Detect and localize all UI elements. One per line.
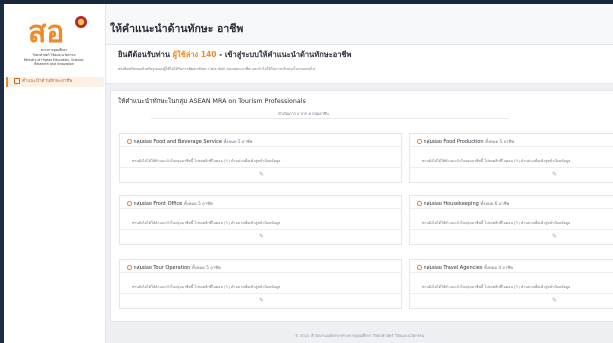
group-card-header: กลุ่มย่อย Front Office ทั้งหมด 5 อาชีพ bbox=[127, 200, 213, 208]
divider bbox=[410, 229, 613, 230]
group-name: Food Production bbox=[443, 139, 484, 145]
top-bar: ให้คำแนะนำด้านทักษะ อาชีพ bbox=[106, 4, 613, 45]
group-name: Front Office bbox=[153, 201, 183, 207]
logo-line-2: วิทยาศาสตร์ วิจัยและนวัตกรรม bbox=[32, 53, 76, 57]
group-card-header: กลุ่มย่อย Travel Agencies ทั้งหมด 4 อาชี… bbox=[417, 264, 513, 272]
group-count: ทั้งหมด 5 อาชีพ bbox=[485, 139, 514, 144]
group-card: กลุ่มย่อย Front Office ทั้งหมด 5 อาชีพ ท… bbox=[119, 195, 402, 245]
logo-mark-icon: สอ bbox=[28, 15, 87, 46]
group-count: ทั้งหมด 4 อาชีพ bbox=[484, 265, 513, 270]
skill-groups-panel: ให้คำแนะนำทักษะในกลุ่ม ASEAN MRA on Tour… bbox=[110, 90, 613, 322]
panel-title: ให้คำแนะนำทักษะในกลุ่ม ASEAN MRA on Tour… bbox=[118, 98, 306, 105]
divider bbox=[120, 146, 401, 147]
logo-line-1: ทรวงการอุดมศึกษา bbox=[40, 48, 68, 52]
group-card-header: กลุ่มย่อย Food and Beverage Service ทั้ง… bbox=[127, 138, 252, 146]
info-circle-icon bbox=[127, 139, 132, 144]
progress-count: ดำเนินการ 0 จาก 6 กลุ่มอาชีพ bbox=[278, 111, 329, 116]
group-prefix: กลุ่มย่อย bbox=[133, 265, 152, 271]
group-card: กลุ่มย่อย Tour Operation ทั้งหมด 5 อาชีพ… bbox=[119, 259, 402, 309]
group-card-note: ท่านยังไม่ได้ให้คำแนะนำในกลุ่มอาชีพนี้ โ… bbox=[132, 159, 281, 163]
logo-line-3: Ministry of Higher Education, Science, R… bbox=[23, 58, 85, 66]
info-circle-icon bbox=[417, 201, 422, 206]
group-card-header: กลุ่มย่อย Food Production ทั้งหมด 5 อาชี… bbox=[417, 138, 514, 146]
divider bbox=[410, 272, 613, 273]
pencil-icon[interactable]: ✎ bbox=[552, 171, 557, 178]
group-card-header: กลุ่มย่อย Housekeeping ทั้งหมด 6 อาชีพ bbox=[417, 200, 509, 208]
divider bbox=[120, 167, 401, 168]
welcome-user: ผู้ใช้ล่าง 140 bbox=[172, 50, 217, 59]
group-count: ทั้งหมด 5 อาชีพ bbox=[223, 139, 253, 144]
welcome-description: ทรงคิดสรัปทองสำหรับรูปแบบผู้ใช้ไม่ได้รับ… bbox=[118, 67, 315, 71]
welcome-suffix: - เข้าสู่ระบบให้คำแนะนำด้านทักษะอาชีพ bbox=[219, 50, 352, 59]
divider bbox=[410, 167, 613, 168]
info-circle-icon bbox=[127, 201, 132, 206]
group-prefix: กลุ่มย่อย bbox=[133, 139, 152, 145]
group-card-note: ท่านยังไม่ได้ให้คำแนะนำในกลุ่มอาชีพนี้ โ… bbox=[132, 221, 281, 225]
group-card-note: ท่านยังไม่ได้ให้คำแนะนำในกลุ่มอาชีพนี้ โ… bbox=[422, 285, 571, 289]
group-card-note: ท่านยังไม่ได้ให้คำแนะนำในกลุ่มอาชีพนี้ โ… bbox=[422, 221, 571, 225]
group-name: Housekeeping bbox=[443, 201, 479, 207]
divider bbox=[410, 146, 613, 147]
sidebar-item-label: คำแนะนำด้านทักษะอาชีพ bbox=[22, 79, 73, 84]
divider bbox=[151, 118, 509, 119]
info-circle-icon bbox=[417, 139, 422, 144]
sidebar-item-career-advice[interactable]: คำแนะนำด้านทักษะอาชีพ bbox=[6, 77, 104, 87]
group-card-note: ท่านยังไม่ได้ให้คำแนะนำในกลุ่มอาชีพนี้ โ… bbox=[422, 159, 571, 163]
welcome-title: ยินดีต้อนรับท่าน ผู้ใช้ล่าง 140 - เข้าสู… bbox=[118, 49, 351, 61]
pencil-icon[interactable]: ✎ bbox=[552, 297, 557, 304]
group-name: Tour Operation bbox=[153, 265, 191, 271]
group-prefix: กลุ่มย่อย bbox=[423, 201, 442, 207]
logo-mark-text: สอ bbox=[28, 15, 64, 46]
sidebar: สอ ทรวงการอุดมศึกษา วิทยาศาสตร์ วิจัยและ… bbox=[4, 4, 106, 343]
pencil-icon[interactable]: ✎ bbox=[259, 233, 264, 240]
group-card: กลุ่มย่อย Travel Agencies ทั้งหมด 4 อาชี… bbox=[409, 259, 613, 309]
divider bbox=[410, 293, 613, 294]
group-count: ทั้งหมด 5 อาชีพ bbox=[191, 265, 221, 270]
divider bbox=[120, 229, 401, 230]
group-card-header: กลุ่มย่อย Tour Operation ทั้งหมด 5 อาชีพ bbox=[127, 264, 221, 272]
welcome-banner: ยินดีต้อนรับท่าน ผู้ใช้ล่าง 140 - เข้าสู… bbox=[106, 45, 613, 84]
divider bbox=[120, 208, 401, 209]
footer-copyright: © 2022 สำนักงานปลัดกระทรวงการอุดมศึกษา ว… bbox=[294, 333, 425, 338]
info-circle-icon bbox=[127, 265, 132, 270]
main-content: ให้คำแนะนำด้านทักษะ อาชีพ ยินดีต้อนรับท่… bbox=[106, 4, 613, 343]
group-prefix: กลุ่มย่อย bbox=[133, 201, 152, 207]
ministry-logo[interactable]: สอ ทรวงการอุดมศึกษา วิทยาศาสตร์ วิจัยและ… bbox=[18, 14, 90, 66]
divider bbox=[120, 293, 401, 294]
welcome-prefix: ยินดีต้อนรับท่าน bbox=[118, 50, 170, 59]
divider bbox=[410, 208, 613, 209]
group-card: กลุ่มย่อย Housekeeping ทั้งหมด 6 อาชีพ ท… bbox=[409, 195, 613, 245]
info-circle-icon bbox=[417, 265, 422, 270]
group-prefix: กลุ่มย่อย bbox=[423, 139, 442, 145]
pencil-icon[interactable]: ✎ bbox=[259, 171, 264, 178]
group-count: ทั้งหมด 6 อาชีพ bbox=[480, 201, 510, 206]
book-icon bbox=[14, 77, 20, 84]
group-count: ทั้งหมด 5 อาชีพ bbox=[183, 201, 213, 206]
pencil-icon[interactable]: ✎ bbox=[259, 297, 264, 304]
page-title: ให้คำแนะนำด้านทักษะ อาชีพ bbox=[110, 23, 244, 35]
group-prefix: กลุ่มย่อย bbox=[423, 265, 442, 271]
group-card: กลุ่มย่อย Food and Beverage Service ทั้ง… bbox=[119, 133, 402, 183]
group-card: กลุ่มย่อย Food Production ทั้งหมด 5 อาชี… bbox=[409, 133, 613, 183]
group-name: Travel Agencies bbox=[443, 265, 483, 271]
pencil-icon[interactable]: ✎ bbox=[552, 233, 557, 240]
divider bbox=[120, 272, 401, 273]
group-card-note: ท่านยังไม่ได้ให้คำแนะนำในกลุ่มอาชีพนี้ โ… bbox=[132, 285, 281, 289]
group-name: Food and Beverage Service bbox=[153, 139, 222, 145]
